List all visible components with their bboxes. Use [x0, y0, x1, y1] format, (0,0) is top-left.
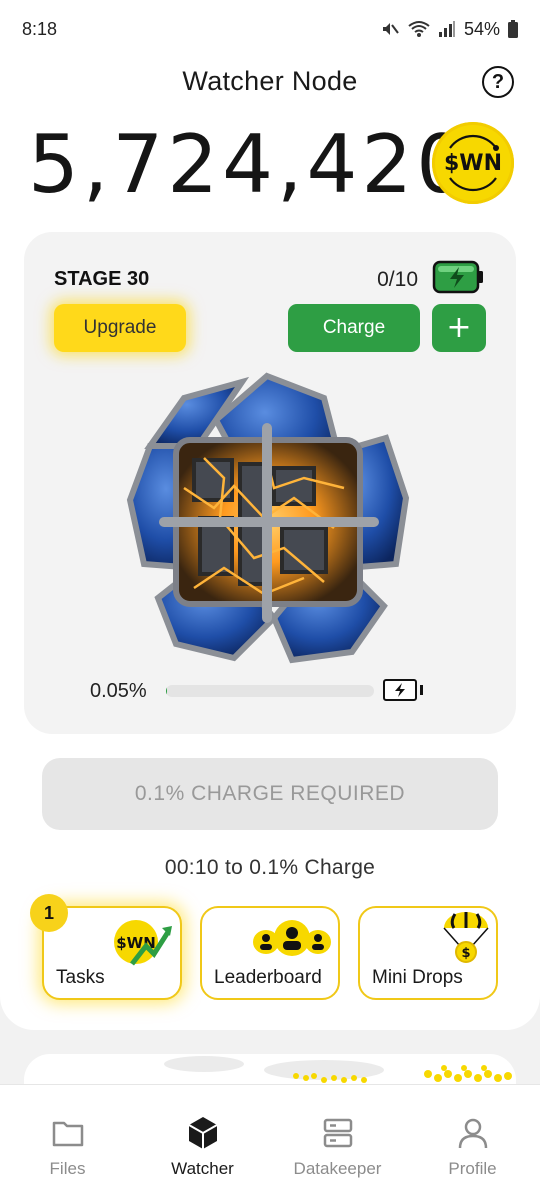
- tasks-tile[interactable]: 1 $WN Tasks: [30, 894, 182, 1000]
- leaderboard-label: Leaderboard: [214, 967, 322, 988]
- users-group-icon: [253, 920, 331, 956]
- status-bar: 8:18 54%: [0, 0, 540, 58]
- mini-drops-tile[interactable]: $ Mini Drops: [358, 906, 498, 1000]
- folder-icon: [52, 1121, 83, 1147]
- battery-percent: 54%: [463, 18, 500, 39]
- leaderboard-tile[interactable]: Leaderboard: [200, 906, 340, 1000]
- nav-files-label: Files: [49, 1159, 86, 1178]
- wn-growth-icon: $WN: [114, 920, 172, 966]
- battery-outline-icon: [383, 679, 423, 701]
- tasks-label: Tasks: [56, 967, 105, 988]
- charge-timer: 00:10 to 0.1% Charge: [164, 856, 376, 879]
- charge-button[interactable]: Charge: [288, 304, 420, 352]
- cube-icon: [188, 1117, 217, 1149]
- stage-label: STAGE 30: [54, 268, 150, 290]
- balance-row: 5,724,420 $WN: [0, 118, 540, 211]
- progress-bar: [166, 685, 374, 697]
- stage-card: STAGE 30 0/10 Upgrade Charge + 0.05%: [24, 232, 516, 734]
- status-time: 8:18: [22, 18, 58, 39]
- server-icon: [323, 1118, 352, 1148]
- nav-watcher[interactable]: Watcher: [135, 1085, 270, 1200]
- question-circle-icon: ?: [491, 70, 505, 93]
- nav-watcher-label: Watcher: [171, 1159, 234, 1178]
- status-icons: 54%: [380, 19, 518, 40]
- signal-icon: [438, 21, 455, 37]
- nav-profile-label: Profile: [448, 1159, 497, 1178]
- help-button[interactable]: ?: [482, 66, 514, 98]
- upgrade-button[interactable]: Upgrade: [54, 304, 186, 352]
- battery-charge-icon: [432, 260, 483, 294]
- header: Watcher Node ?: [0, 58, 540, 104]
- add-charge-button[interactable]: +: [432, 304, 486, 352]
- nav-datakeeper-label: Datakeeper: [293, 1159, 382, 1178]
- wifi-icon: [408, 21, 430, 37]
- user-icon: [458, 1118, 487, 1149]
- nav-datakeeper[interactable]: Datakeeper: [270, 1085, 405, 1200]
- battery-status-icon: [508, 20, 518, 38]
- nav-profile[interactable]: Profile: [405, 1085, 540, 1200]
- tasks-badge: 1: [30, 894, 68, 932]
- charge-required-button[interactable]: 0.1% CHARGE REQUIRED: [42, 758, 498, 830]
- page-title: Watcher Node: [182, 65, 358, 96]
- watcher-node-image: [126, 372, 410, 664]
- bottom-nav: Files Watcher Datakeeper Profile: [0, 1084, 540, 1200]
- nav-files[interactable]: Files: [0, 1085, 135, 1200]
- charges-count: 0/10: [377, 268, 418, 291]
- main-sheet: Watcher Node ? 5,724,420 $WN STAGE 30 0/…: [0, 58, 540, 1030]
- parachute-coin-icon-label: $: [461, 946, 470, 961]
- progress-percent: 0.05%: [90, 680, 147, 702]
- balance-amount: 5,724,420: [28, 118, 472, 211]
- coin-label: $WN: [444, 150, 502, 176]
- wn-coin-icon: $WN: [432, 122, 514, 204]
- mini-drops-label: Mini Drops: [372, 967, 463, 988]
- parachute-coin-icon: $: [443, 912, 489, 963]
- mute-icon: [382, 23, 399, 35]
